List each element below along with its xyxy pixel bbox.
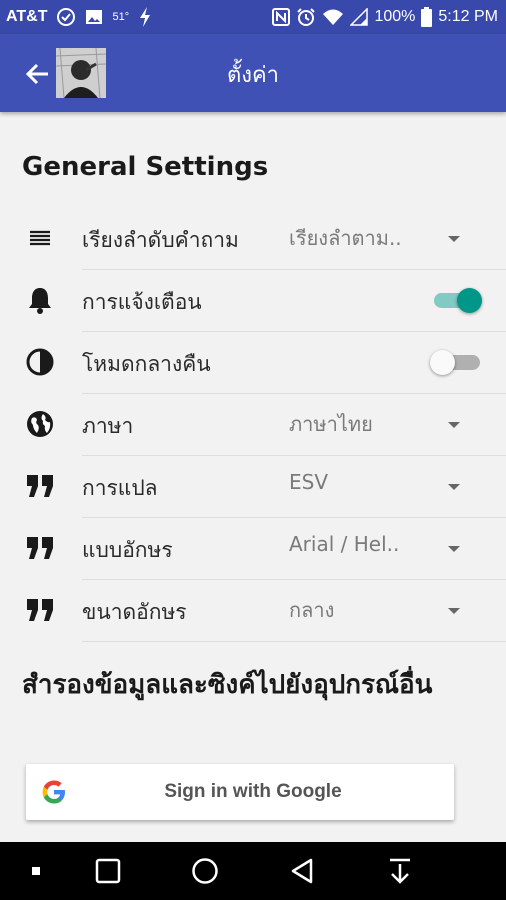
system-nav-bar (0, 842, 506, 900)
setting-sort-order[interactable]: เรียงลำดับคำถาม เรียงลำตาม.. (0, 208, 506, 270)
battery-percent: 100% (374, 8, 416, 25)
sync-section-title: สำรองข้อมูลและซิงค์ไปยังอุปกรณ์อื่น (22, 670, 433, 700)
bell-icon (24, 284, 56, 316)
battery-icon (421, 7, 433, 27)
alarm-icon (296, 7, 316, 27)
nfc-icon (272, 8, 291, 26)
half-circle-icon (24, 346, 56, 378)
sort-lines-icon (24, 222, 56, 254)
setting-value[interactable]: ภาษาไทย (289, 408, 373, 440)
recent-apps-button[interactable] (90, 842, 126, 900)
setting-font[interactable]: แบบอักษร Arial / Hel.. (0, 518, 506, 580)
setting-font-size[interactable]: ขนาดอักษร กลาง (0, 580, 506, 642)
nav-dot-button[interactable] (20, 842, 52, 900)
setting-label: การแปล (82, 476, 158, 500)
setting-language[interactable]: ภาษา ภาษาไทย (0, 394, 506, 456)
quote-icon (24, 470, 56, 502)
setting-night-mode[interactable]: โหมดกลางคืน (0, 332, 506, 394)
globe-icon (24, 408, 56, 440)
circle-icon (192, 858, 218, 884)
home-button[interactable] (186, 842, 224, 900)
setting-label: โหมดกลางคืน (82, 352, 211, 376)
clock: 5:12 PM (438, 8, 498, 25)
google-button-label: Sign in with Google (164, 781, 342, 802)
arrow-down-bar-icon (390, 858, 410, 884)
dropdown-arrow-icon[interactable] (448, 484, 460, 490)
setting-label: ภาษา (82, 414, 134, 438)
setting-value[interactable]: เรียงลำตาม.. (289, 222, 402, 254)
check-circle-icon (56, 7, 76, 27)
setting-value[interactable]: ESV (289, 470, 328, 494)
toggle-thumb (457, 288, 482, 313)
wifi-icon (322, 8, 344, 26)
signal-icon (350, 8, 369, 26)
status-bar: AT&T 51° 100% 5:12 PM (0, 0, 506, 34)
setting-value[interactable]: กลาง (289, 594, 334, 626)
setting-translation[interactable]: การแปล ESV (0, 456, 506, 518)
dropdown-arrow-icon[interactable] (448, 546, 460, 552)
quote-icon (24, 532, 56, 564)
toggle-thumb (430, 350, 455, 375)
dropdown-arrow-icon[interactable] (448, 236, 460, 242)
carrier-label: AT&T (6, 8, 48, 25)
setting-notifications[interactable]: การแจ้งเตือน (0, 270, 506, 332)
app-bar: ตั้งค่า (0, 34, 506, 112)
setting-label: แบบอักษร (82, 538, 173, 562)
divider (82, 641, 506, 642)
flash-icon (138, 7, 152, 27)
temperature-label: 51° (112, 11, 130, 23)
dropdown-arrow-icon[interactable] (448, 608, 460, 614)
dropdown-arrow-icon[interactable] (448, 422, 460, 428)
back-nav-button[interactable] (284, 842, 320, 900)
setting-label: การแจ้งเตือน (82, 290, 202, 314)
image-icon (85, 8, 103, 26)
quote-icon (24, 594, 56, 626)
dot-icon (32, 867, 40, 875)
hide-keyboard-button[interactable] (382, 842, 418, 900)
night-mode-toggle[interactable] (430, 346, 484, 378)
triangle-back-icon (291, 858, 313, 884)
sign-in-with-google-button[interactable]: Sign in with Google (26, 764, 454, 820)
setting-value[interactable]: Arial / Hel.. (289, 532, 399, 556)
page-title: ตั้งค่า (226, 63, 280, 88)
setting-label: เรียงลำดับคำถาม (82, 228, 239, 252)
square-icon (95, 858, 121, 884)
notifications-toggle[interactable] (430, 284, 484, 316)
setting-label: ขนาดอักษร (82, 600, 187, 624)
general-settings-title: General Settings (22, 152, 269, 182)
